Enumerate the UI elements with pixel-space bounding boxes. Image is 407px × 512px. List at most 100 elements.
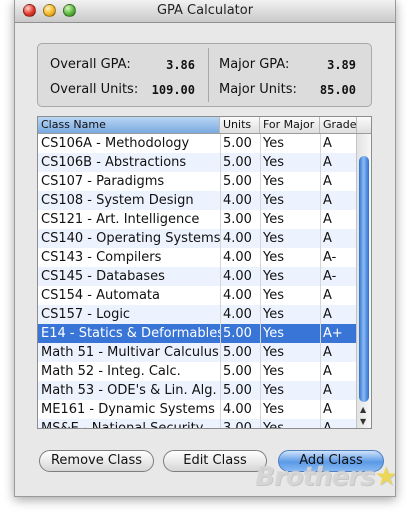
cell-for-major: Yes: [260, 419, 320, 428]
column-header-grade[interactable]: Grade: [320, 117, 357, 133]
table-row[interactable]: Math 52 - Integ. Calc. 5.00 Yes A: [38, 362, 357, 381]
cell-class-name: CS121 - Art. Intelligence: [41, 212, 200, 227]
remove-class-button[interactable]: Remove Class: [39, 450, 154, 472]
cell-for-major: Yes: [263, 402, 284, 417]
cell-units: 4.00: [223, 307, 252, 322]
table-row[interactable]: CS108 - System Design 4.00 Yes A: [38, 191, 357, 210]
cell-class-name: CS157 - Logic: [41, 307, 131, 322]
cell-units: 4.00: [223, 402, 252, 417]
column-divider: [260, 134, 261, 428]
cell-class-name: E14 - Statics & Deformables: [41, 326, 220, 341]
watermark-logo: Brothers★ft: [255, 462, 396, 492]
cell-for-major: Yes: [263, 136, 284, 151]
vertical-scrollbar[interactable]: ▲ ▼: [356, 134, 371, 428]
cell-units: 5.00: [223, 326, 252, 341]
cell-class-name: CS154 - Automata: [41, 288, 160, 303]
table-body: CS106A - Methodology 5.00 Yes A CS106B - Abs…: [38, 134, 357, 428]
cell-grade: A: [323, 345, 332, 360]
cell-grade: A: [323, 155, 332, 170]
cell-for-major: Yes: [263, 193, 284, 208]
column-header-class-name[interactable]: Class Name: [38, 117, 220, 133]
cell-for-major: Yes: [263, 269, 284, 284]
cell-class-name: Math 51 - Multivar Calculus: [41, 345, 219, 360]
cell-grade: A: [323, 288, 332, 303]
cell-units: 4.00: [223, 231, 252, 246]
cell-for-major: Yes: [263, 250, 284, 265]
table-row[interactable]: Math 51 - Multivar Calculus 5.00 Yes A: [38, 343, 357, 362]
scroll-up-arrow-icon[interactable]: ▲: [360, 405, 366, 414]
cell-for-major: Yes: [263, 383, 284, 398]
cell-units: 4.00: [223, 269, 252, 284]
major-units-value: 85.00: [319, 83, 356, 97]
cell-class-name: ME161 - Dynamic Systems: [41, 402, 215, 417]
classes-table[interactable]: Class Name Units For Major Grade CS106A …: [37, 116, 372, 429]
cell-units: 5.00: [223, 383, 252, 398]
table-row[interactable]: CS121 - Art. Intelligence 3.00 Yes A: [38, 210, 357, 229]
cell-for-major: Yes: [263, 364, 284, 379]
cell-class-name: MS&E - National Security: [38, 419, 220, 428]
cell-grade: A: [323, 402, 332, 417]
cell-for-major: Yes: [263, 345, 284, 360]
cell-units: 5.00: [223, 136, 252, 151]
cell-grade: A: [323, 231, 332, 246]
cell-units: 3.00: [223, 212, 252, 227]
scrollbar-thumb[interactable]: [359, 156, 369, 402]
title-bar[interactable]: GPA Calculator: [15, 0, 395, 23]
cell-grade: A: [323, 307, 332, 322]
table-row[interactable]: MS&E - National Security3.00YesA: [38, 419, 357, 428]
cell-units: 5.00: [223, 174, 252, 189]
table-row[interactable]: CS106B - Abstractions 5.00 Yes A: [38, 153, 357, 172]
cell-for-major: Yes: [263, 212, 284, 227]
cell-grade: A: [323, 193, 332, 208]
cell-class-name: CS106B - Abstractions: [41, 155, 187, 170]
scroll-down-arrow-icon[interactable]: ▼: [360, 417, 366, 426]
summary-divider: [208, 48, 209, 102]
cell-class-name: Math 53 - ODE's & Lin. Alg.: [41, 383, 217, 398]
column-header-for-major[interactable]: For Major: [260, 117, 320, 133]
cell-units: 5.00: [223, 155, 252, 170]
table-row[interactable]: CS145 - Databases 4.00 Yes A-: [38, 267, 357, 286]
table-row[interactable]: CS140 - Operating Systems 4.00 Yes A: [38, 229, 357, 248]
cell-class-name: CS140 - Operating Systems: [41, 231, 220, 246]
cell-class-name: CS106A - Methodology: [41, 136, 190, 151]
cell-grade: A+: [323, 326, 343, 341]
cell-for-major: Yes: [263, 174, 284, 189]
cell-class-name: CS108 - System Design: [41, 193, 194, 208]
watermark-text: Brothers: [255, 462, 375, 492]
gpa-summary-panel: Overall GPA: 3.86 Overall Units: 109.00 …: [37, 43, 372, 107]
cell-grade: A: [323, 212, 332, 227]
major-gpa-label: Major GPA:: [219, 57, 290, 72]
edit-class-button[interactable]: Edit Class: [163, 450, 267, 472]
cell-grade: A: [323, 383, 332, 398]
table-row[interactable]: CS157 - Logic 4.00 Yes A: [38, 305, 357, 324]
cell-grade: A-: [323, 250, 337, 265]
cell-grade: A: [320, 419, 357, 428]
cell-grade: A: [323, 174, 332, 189]
overall-gpa-label: Overall GPA:: [50, 57, 131, 72]
table-row[interactable]: CS107 - Paradigms 5.00 Yes A: [38, 172, 357, 191]
table-row[interactable]: CS143 - Compilers 4.00 Yes A-: [38, 248, 357, 267]
cell-for-major: Yes: [263, 288, 284, 303]
cell-units: 3.00: [220, 419, 260, 428]
cell-units: 5.00: [223, 345, 252, 360]
column-divider: [220, 134, 221, 428]
column-header-corner: [357, 117, 371, 133]
overall-gpa-value: 3.86: [166, 58, 195, 72]
table-row[interactable]: CS106A - Methodology 5.00 Yes A: [38, 134, 357, 153]
cell-grade: A: [323, 136, 332, 151]
cell-for-major: Yes: [263, 326, 284, 341]
cell-units: 4.00: [223, 193, 252, 208]
table-row[interactable]: Math 53 - ODE's & Lin. Alg. 5.00 Yes A: [38, 381, 357, 400]
table-row[interactable]: ME161 - Dynamic Systems 4.00 Yes A: [38, 400, 357, 419]
cell-units: 4.00: [223, 250, 252, 265]
table-row[interactable]: CS154 - Automata 4.00 Yes A: [38, 286, 357, 305]
cell-for-major: Yes: [263, 231, 284, 246]
star-icon: ★: [374, 462, 396, 492]
column-header-units[interactable]: Units: [220, 117, 260, 133]
cell-units: 4.00: [223, 288, 252, 303]
table-row[interactable]: E14 - Statics & Deformables 5.00 Yes A+: [38, 324, 357, 343]
cell-class-name: CS107 - Paradigms: [41, 174, 165, 189]
window-title: GPA Calculator: [156, 3, 254, 18]
table-header: Class Name Units For Major Grade: [38, 117, 371, 134]
cell-class-name: Math 52 - Integ. Calc.: [41, 364, 181, 379]
